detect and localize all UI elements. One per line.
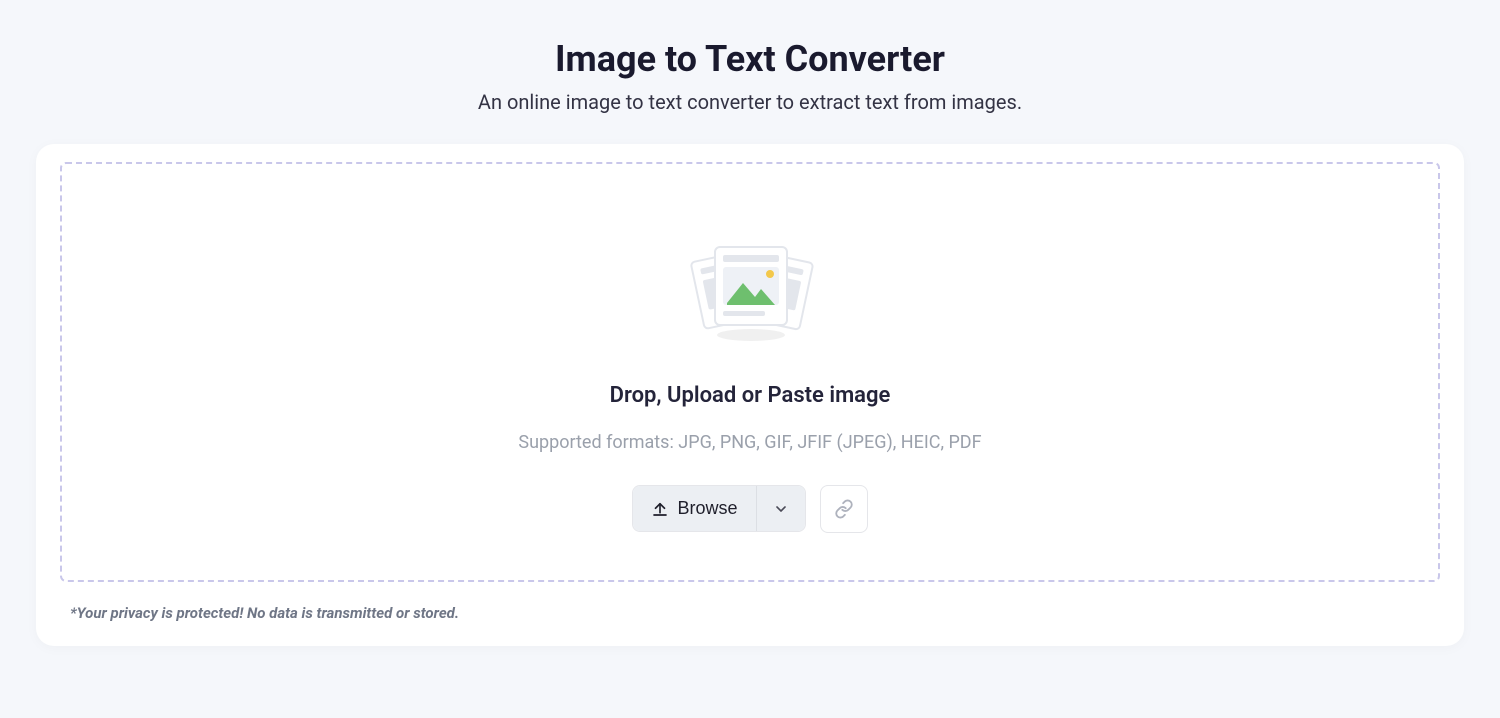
upload-icon (651, 500, 669, 518)
browse-button[interactable]: Browse (633, 486, 755, 531)
supported-formats: Supported formats: JPG, PNG, GIF, JFIF (… (518, 426, 981, 460)
button-row: Browse (632, 485, 867, 533)
browse-group: Browse (632, 485, 805, 532)
privacy-note: *Your privacy is protected! No data is t… (70, 604, 1440, 622)
browse-dropdown-button[interactable] (756, 486, 805, 531)
dropzone[interactable]: Drop, Upload or Paste image Supported fo… (60, 162, 1440, 582)
url-link-button[interactable] (820, 485, 868, 533)
chevron-down-icon (773, 501, 789, 517)
link-icon (834, 499, 854, 519)
dropzone-heading: Drop, Upload or Paste image (610, 383, 891, 408)
image-stack-icon (685, 235, 815, 345)
upload-card: Drop, Upload or Paste image Supported fo… (36, 144, 1464, 646)
page-subtitle: An online image to text converter to ext… (0, 90, 1500, 114)
page-title: Image to Text Converter (0, 38, 1500, 80)
browse-label: Browse (677, 498, 737, 519)
